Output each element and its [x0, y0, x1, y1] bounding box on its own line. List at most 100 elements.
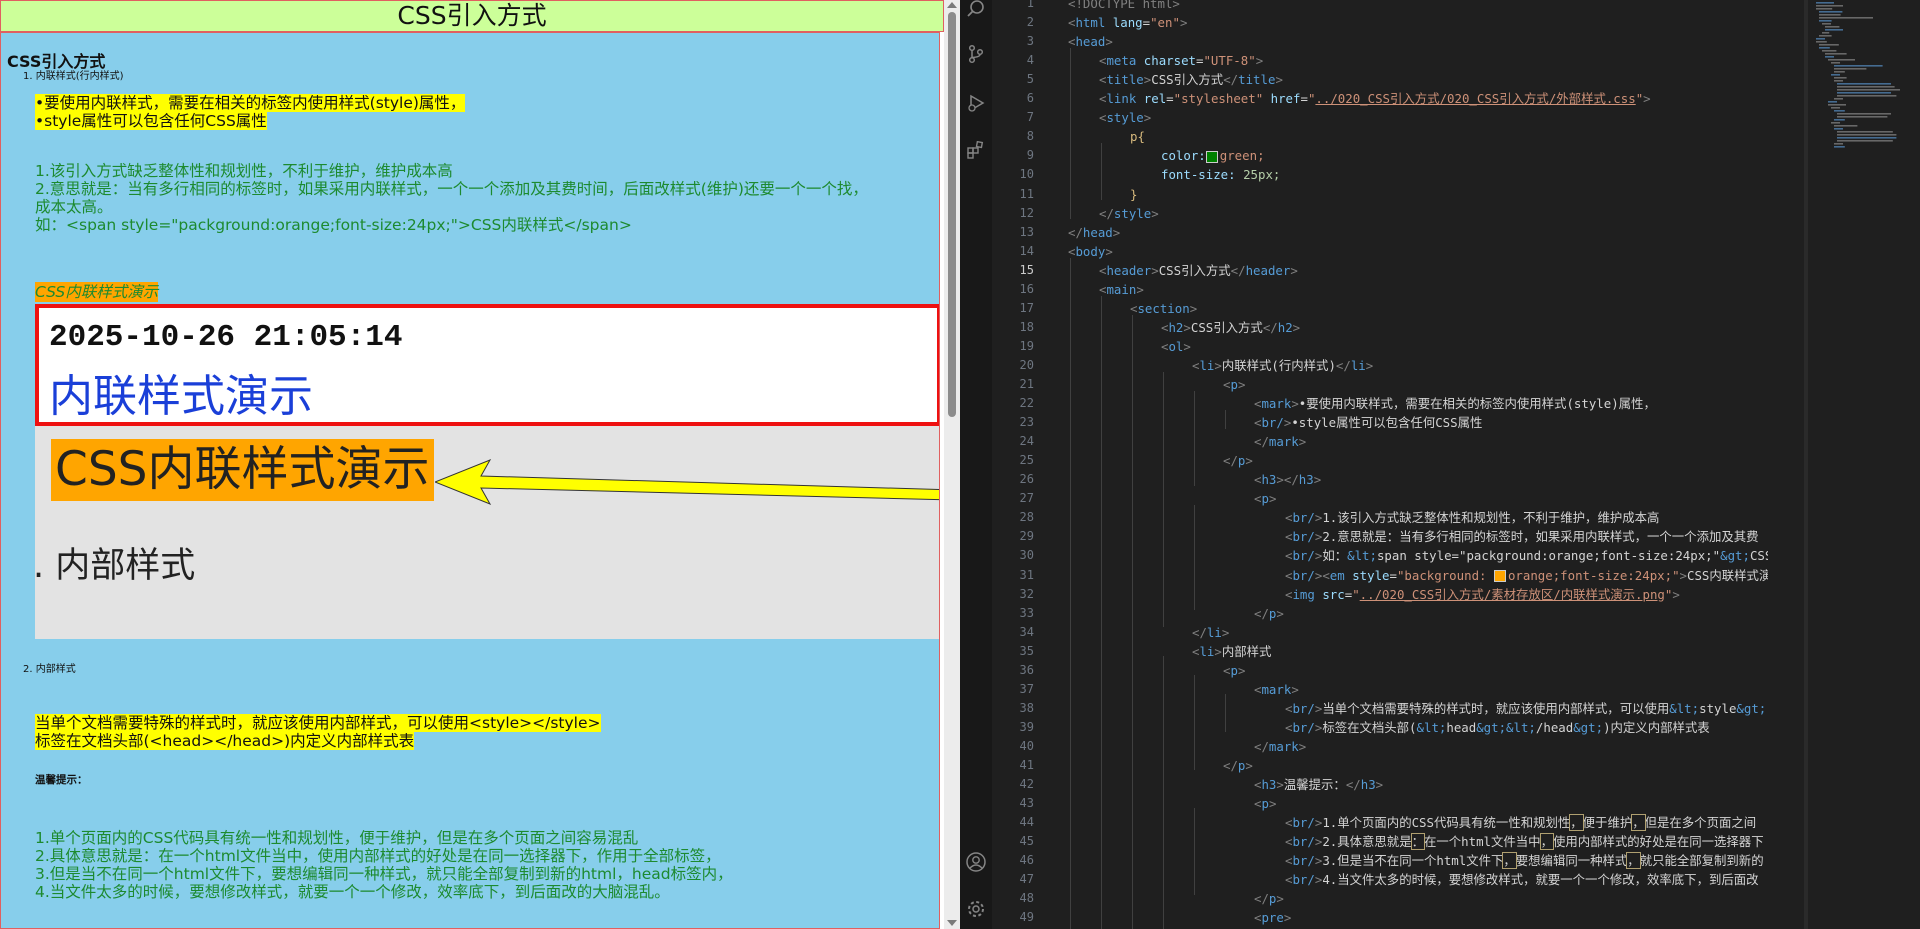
minimap-line: [1819, 17, 1873, 19]
line-number: 8: [1026, 129, 1034, 144]
code-line[interactable]: color: green;: [1161, 146, 1265, 165]
code-line[interactable]: <h3></h3>: [1254, 470, 1321, 489]
browser-preview: CSS引入方式 CSS引入方式 1. 内联样式(行内样式) •要使用内联样式，需…: [0, 0, 944, 929]
code-line[interactable]: </p>: [1254, 604, 1284, 623]
list-item-internal-style-label: 2. 内部样式: [23, 664, 76, 675]
minimap-line: [1819, 44, 1839, 46]
color-swatch-icon[interactable]: [1205, 150, 1218, 163]
demo-image-arrow-icon: [435, 459, 939, 505]
run-debug-icon[interactable]: [965, 92, 987, 114]
code-line[interactable]: </head>: [1068, 223, 1120, 242]
list-item-inline-style-label: 1. 内联样式(行内样式): [23, 71, 124, 82]
line-number: 43: [1019, 796, 1034, 811]
inline-style-highlight-2: •style属性可以包含任何CSS属性: [35, 112, 267, 130]
code-line[interactable]: <header>CSS引入方式</header>: [1099, 261, 1298, 280]
minimap-line: [1831, 107, 1840, 109]
minimap-line: [1837, 89, 1900, 91]
code-line[interactable]: <br/>当单个文档需要特殊的样式时，就应该使用内部样式，可以使用&lt;sty…: [1285, 699, 1766, 718]
code-line[interactable]: <body>: [1068, 242, 1113, 261]
minimap-line: [1828, 101, 1837, 103]
minimap-line: [1819, 35, 1832, 37]
line-number: 49: [1019, 910, 1034, 925]
code-line[interactable]: <section>: [1130, 299, 1197, 318]
minimap-line: [1831, 74, 1840, 76]
search-icon[interactable]: [965, 0, 987, 20]
code-line[interactable]: <br/>1.单个页面内的CSS代码具有统一性和规划性，便于维护，但是在多个页面…: [1285, 813, 1756, 832]
scroll-down-arrow-icon[interactable]: [947, 920, 957, 926]
account-icon[interactable]: [965, 851, 987, 873]
code-line[interactable]: <mark>•要使用内联样式，需要在相关的标签内使用样式(style)属性，: [1254, 394, 1656, 413]
code-line[interactable]: <br/>•style属性可以包含任何CSS属性: [1254, 413, 1482, 432]
code-line[interactable]: <head>: [1068, 32, 1113, 51]
code-line[interactable]: p{: [1130, 127, 1145, 146]
code-line[interactable]: <br/>2.意思就是：当有多行相同的标签时，如果采用内联样式，一个一个添加及其…: [1285, 527, 1759, 546]
minimap-line: [1834, 80, 1843, 82]
line-number: 4: [1026, 53, 1034, 68]
code-line[interactable]: <br/>4.当文件太多的时候，要想修改样式，就要一个一个修改，效率底下，到后面…: [1285, 870, 1759, 889]
code-line[interactable]: </mark>: [1254, 432, 1306, 451]
minimap-line: [1819, 11, 1843, 13]
extensions-icon[interactable]: [965, 139, 987, 161]
code-line[interactable]: </mark>: [1254, 737, 1306, 756]
code-line[interactable]: <!DOCTYPE html>: [1068, 0, 1180, 13]
code-line[interactable]: </p>: [1254, 889, 1284, 908]
line-number: 36: [1019, 662, 1034, 677]
code-line[interactable]: <p>: [1223, 375, 1245, 394]
line-number: 2: [1026, 15, 1034, 30]
code-line[interactable]: </style>: [1099, 204, 1159, 223]
code-line[interactable]: <ol>: [1161, 337, 1191, 356]
code-line[interactable]: <p>: [1254, 489, 1276, 508]
code-line[interactable]: </p>: [1223, 756, 1253, 775]
code-line[interactable]: </li>: [1192, 623, 1229, 642]
minimap-line: [1837, 92, 1891, 94]
line-number: 41: [1019, 758, 1034, 772]
code-line[interactable]: </p>: [1223, 451, 1253, 470]
code-line[interactable]: <link rel="stylesheet" href="../020_CSS引…: [1099, 89, 1651, 108]
code-line[interactable]: font-size: 25px;: [1161, 165, 1280, 184]
code-line[interactable]: <br/>如：&lt;span style="packground:orange…: [1285, 546, 1768, 565]
code-line[interactable]: <meta charset="UTF-8">: [1099, 51, 1263, 70]
minimap-line: [1825, 29, 1843, 31]
code-line[interactable]: <li>内联样式(行内样式)</li>: [1192, 356, 1373, 375]
minimap[interactable]: [1808, 0, 1920, 929]
scroll-up-arrow-icon[interactable]: [947, 2, 957, 8]
minimap-line: [1834, 65, 1883, 67]
code-line[interactable]: <p>: [1254, 794, 1276, 813]
code-line[interactable]: <p>: [1223, 661, 1245, 680]
code-line[interactable]: <br/>1.该引入方式缺乏整体性和规划性，不利于维护，维护成本高: [1285, 508, 1659, 527]
code-line[interactable]: <br/>3.但是当不在同一个html文件下，要想编辑同一种样式，就只能全部复制…: [1285, 851, 1764, 870]
line-number: 6: [1026, 91, 1034, 106]
line-number: 44: [1019, 815, 1034, 830]
code-line[interactable]: }: [1130, 185, 1137, 204]
preview-scrollbar-thumb[interactable]: [948, 12, 956, 417]
code-line[interactable]: <li>内部样式: [1192, 642, 1271, 661]
code-line[interactable]: <style>: [1099, 108, 1151, 127]
code-line[interactable]: <br/>2.具体意思就是：在一个html文件当中，使用内部样式的好处是在同一选…: [1285, 832, 1764, 851]
minimap-line: [1837, 140, 1893, 142]
preview-scrollbar[interactable]: [944, 0, 960, 929]
settings-gear-icon[interactable]: [965, 898, 987, 920]
activity-bar: [960, 0, 992, 929]
code-line[interactable]: <mark>: [1254, 680, 1299, 699]
code-area[interactable]: <!DOCTYPE html> <html lang="en"> <head> <me…: [1068, 0, 1768, 929]
code-line[interactable]: <img src="../020_CSS引入方式/素材存放区/内联样式演示.pn…: [1285, 585, 1680, 604]
line-number: 48: [1019, 891, 1034, 906]
line-number: 13: [1019, 224, 1034, 239]
code-line[interactable]: <pre>: [1254, 908, 1291, 927]
minimap-line: [1837, 86, 1895, 88]
code-line[interactable]: <br/><em style="background: orange;font-…: [1285, 566, 1768, 585]
code-line[interactable]: <h2>CSS引入方式</h2>: [1161, 318, 1300, 337]
minimap-line: [1825, 56, 1834, 58]
page-header: CSS引入方式: [0, 0, 944, 32]
code-line[interactable]: <h3>温馨提示：</h3>: [1254, 775, 1383, 794]
minimap-line: [1816, 41, 1827, 43]
code-line[interactable]: <title>CSS引入方式</title>: [1099, 70, 1283, 89]
code-line[interactable]: <main>: [1099, 280, 1144, 299]
source-control-icon[interactable]: [965, 43, 987, 65]
color-swatch-icon[interactable]: [1493, 570, 1506, 582]
minimap-line: [1825, 26, 1840, 28]
code-line[interactable]: <html lang="en">: [1068, 13, 1187, 32]
line-number: 32: [1019, 586, 1034, 601]
code-line[interactable]: <br/>标签在文档头部(&lt;head&gt;&lt;/head&gt;)内…: [1285, 718, 1710, 737]
minimap-line: [1825, 53, 1847, 55]
